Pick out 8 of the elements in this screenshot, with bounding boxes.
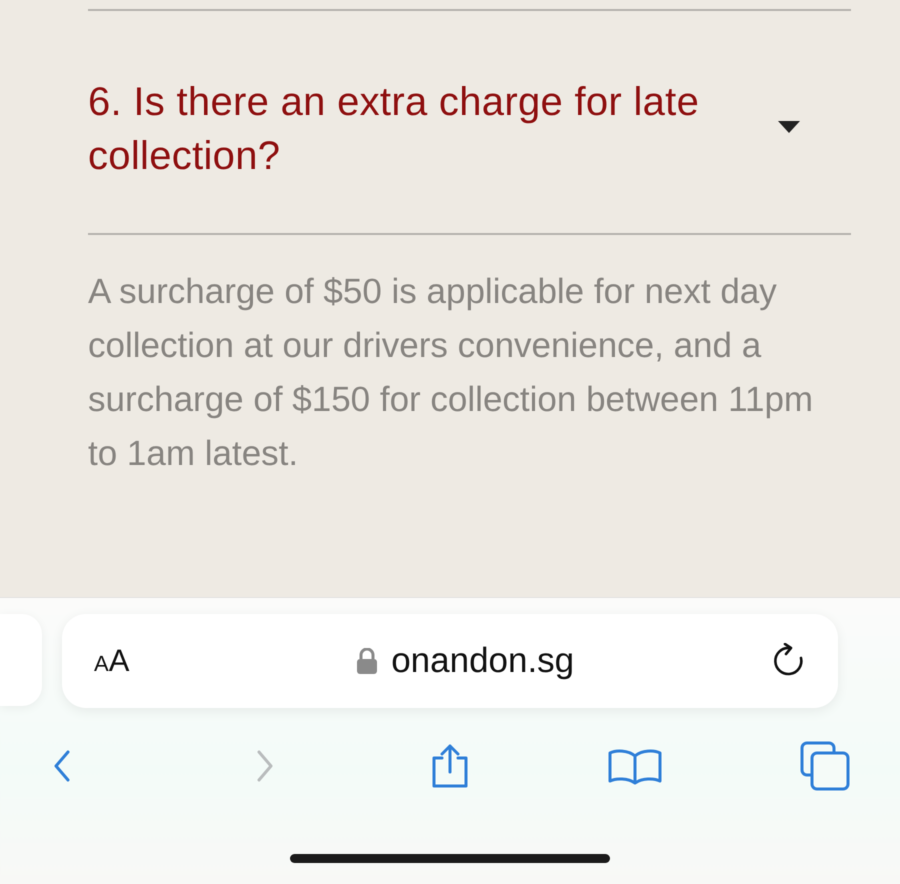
url-text[interactable]: onandon.sg [391, 641, 574, 681]
address-bar[interactable]: AA onandon.sg [62, 614, 838, 708]
caret-icon [778, 121, 800, 133]
faq-question[interactable]: 6. Is there an extra charge for late collection? [88, 75, 828, 183]
open-book-icon[interactable] [608, 747, 662, 785]
tabs-icon[interactable] [800, 741, 850, 791]
faq-answer: A surcharge of $50 is applicable for next day collection at our drivers convenience, and a surcharge of $150 for collection between 11pm to 1am latest. [88, 271, 814, 475]
text-size-button[interactable]: AA [94, 643, 130, 679]
